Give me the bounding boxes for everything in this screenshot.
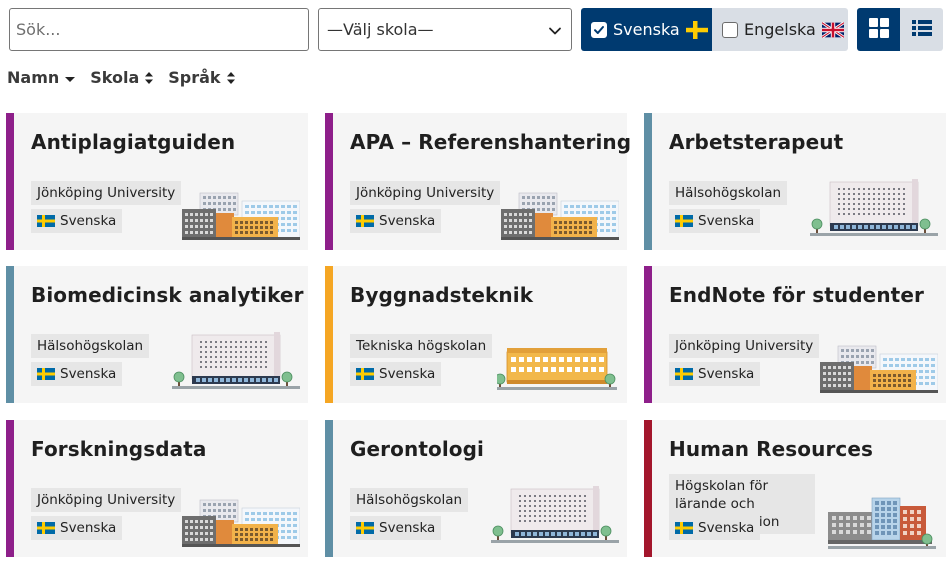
card-accent-bar [6, 113, 14, 250]
card-title: APA – Referenshantering [350, 130, 632, 154]
card-title: Biomedicinsk analytiker [31, 283, 304, 307]
card-title: Antiplagiatguiden [31, 130, 236, 154]
school-tag: Jönköping University [31, 488, 182, 512]
school-select[interactable]: —Välj skola— [318, 8, 572, 51]
card-accent-bar [325, 113, 333, 250]
sort-bar: Namn Skola Språk [7, 68, 250, 87]
language-tag: Svenska [669, 209, 761, 233]
language-tag-label: Svenska [379, 520, 436, 536]
sort-icon [145, 71, 154, 84]
language-tag-label: Svenska [698, 213, 755, 229]
language-tag-label: Svenska [379, 366, 436, 382]
school-tag: Tekniska högskolan [350, 334, 493, 358]
language-filter-english[interactable]: Engelska [712, 8, 848, 51]
sort-by-name[interactable]: Namn [7, 68, 76, 87]
school-tag: Jönköping University [31, 181, 182, 205]
language-tag-label: Svenska [60, 520, 117, 536]
swedish-checkbox[interactable] [591, 21, 607, 38]
swedish-flag-icon [37, 522, 55, 534]
building-illustration [491, 486, 619, 543]
sort-by-language[interactable]: Språk [168, 68, 235, 87]
guide-card[interactable]: Forskningsdata Jönköping University Svensk… [6, 420, 308, 557]
school-tag: Jönköping University [350, 181, 501, 205]
guide-card[interactable]: Arbetsterapeut Hälsohögskolan Svenska [644, 113, 946, 250]
language-tag: Svenska [350, 362, 442, 386]
card-accent-bar [325, 266, 333, 403]
guide-card[interactable]: Byggnadsteknik Tekniska högskolan Svenska [325, 266, 627, 403]
language-tag: Svenska [350, 516, 442, 540]
swedish-flag-icon [356, 215, 374, 227]
sort-icon [226, 71, 235, 84]
language-tag-label: Svenska [60, 213, 117, 229]
building-illustration [497, 348, 617, 390]
english-checkbox[interactable] [722, 21, 738, 38]
sort-school-label: Skola [90, 68, 140, 87]
guide-card[interactable]: Biomedicinsk analytiker Hälsohögskolan Sve… [6, 266, 308, 403]
sort-desc-icon [65, 76, 76, 82]
building-illustration [820, 345, 938, 393]
language-tag: Svenska [31, 516, 123, 540]
swedish-label: Svenska [613, 20, 680, 39]
english-label: Engelska [744, 20, 816, 39]
card-accent-bar [6, 420, 14, 557]
language-tag: Svenska [31, 209, 123, 233]
guide-card[interactable]: APA – Referenshantering Jönköping Univers… [325, 113, 631, 250]
language-tag: Svenska [669, 362, 761, 386]
card-title: EndNote för studenter [669, 283, 924, 307]
language-tag: Svenska [31, 362, 123, 386]
building-illustration [172, 332, 300, 389]
card-title: Human Resources [669, 437, 874, 461]
language-tag-label: Svenska [698, 366, 755, 382]
sort-by-school[interactable]: Skola [90, 68, 154, 87]
sort-name-label: Namn [7, 68, 60, 87]
chevron-down-icon [548, 23, 562, 42]
sort-language-label: Språk [168, 68, 221, 87]
building-illustration [810, 179, 938, 236]
card-accent-bar [644, 113, 652, 250]
uk-flag-icon [821, 21, 844, 38]
language-tag-label: Svenska [60, 366, 117, 382]
guide-card[interactable]: EndNote för studenter Jönköping Universit… [644, 266, 946, 403]
building-illustration [501, 192, 619, 240]
language-filter: Svenska Engelska [581, 8, 848, 51]
language-tag-label: Svenska [698, 520, 755, 536]
guide-card[interactable]: Gerontologi Hälsohögskolan Svenska [325, 420, 627, 557]
guide-card[interactable]: Human Resources Högskolan för lärande och… [644, 420, 946, 557]
swedish-flag-icon [675, 215, 693, 227]
card-title: Arbetsterapeut [669, 130, 844, 154]
card-accent-bar [644, 266, 652, 403]
swedish-flag-icon [675, 368, 693, 380]
school-tag: Hälsohögskolan [669, 181, 788, 205]
building-illustration [182, 192, 300, 240]
list-view-button[interactable] [900, 8, 943, 51]
card-accent-bar [325, 420, 333, 557]
grid-view-button[interactable] [857, 8, 900, 51]
school-tag: Jönköping University [669, 334, 820, 358]
school-tag: Hälsohögskolan [350, 488, 469, 512]
guide-card[interactable]: Antiplagiatguiden Jönköping University Sve… [6, 113, 308, 250]
search-input[interactable] [9, 8, 309, 51]
building-illustration [828, 497, 936, 549]
language-tag: Svenska [350, 209, 442, 233]
language-tag: Svenska [669, 516, 761, 540]
swedish-flag-icon [675, 522, 693, 534]
language-tag-label: Svenska [379, 213, 436, 229]
swedish-flag-icon [356, 368, 374, 380]
card-title: Byggnadsteknik [350, 283, 534, 307]
card-accent-bar [644, 420, 652, 557]
school-select-value: —Välj skola— [327, 20, 434, 39]
swedish-cross-icon [685, 20, 708, 39]
language-filter-swedish[interactable]: Svenska [581, 8, 712, 51]
swedish-flag-icon [37, 368, 55, 380]
school-tag: Hälsohögskolan [31, 334, 150, 358]
building-illustration [182, 499, 300, 547]
view-toggle [857, 8, 943, 51]
swedish-flag-icon [356, 522, 374, 534]
swedish-flag-icon [37, 215, 55, 227]
card-title: Gerontologi [350, 437, 484, 461]
card-title: Forskningsdata [31, 437, 207, 461]
card-accent-bar [6, 266, 14, 403]
list-icon [911, 19, 932, 41]
grid-icon [868, 17, 889, 42]
